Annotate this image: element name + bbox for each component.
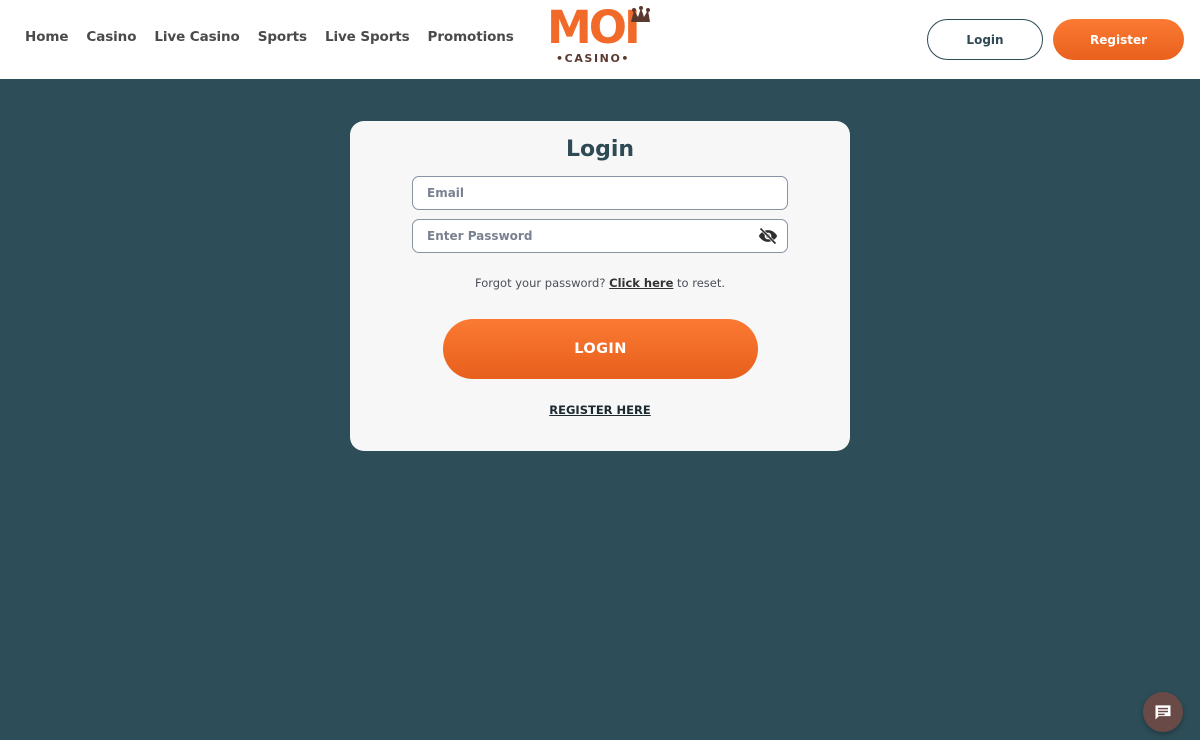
eye-slash-icon[interactable] <box>757 226 779 246</box>
chat-button[interactable] <box>1143 692 1183 732</box>
password-input[interactable] <box>427 229 773 243</box>
email-field[interactable] <box>412 176 788 210</box>
nav-home[interactable]: Home <box>25 29 69 45</box>
main-nav: Home Casino Live Casino Sports Live Spor… <box>25 29 514 45</box>
logo-casino-text: CASINO <box>564 52 622 65</box>
forgot-suffix: to reset. <box>677 276 726 290</box>
logo-dot-left: • <box>556 52 565 65</box>
nav-live-sports[interactable]: Live Sports <box>325 29 410 45</box>
reset-password-link[interactable]: Click here <box>609 276 673 290</box>
site-header: Home Casino Live Casino Sports Live Spor… <box>0 0 1200 79</box>
login-title: Login <box>565 137 635 162</box>
login-card: Login Forgot your password? Click here t… <box>350 121 850 451</box>
forgot-prefix: Forgot your password? <box>474 276 606 290</box>
nav-promotions[interactable]: Promotions <box>428 29 514 45</box>
password-field[interactable] <box>412 219 788 253</box>
nav-live-casino[interactable]: Live Casino <box>154 29 239 45</box>
chat-icon <box>1155 705 1171 720</box>
register-here-link[interactable]: REGISTER HERE <box>350 403 850 417</box>
main-content: Login Forgot your password? Click here t… <box>0 79 1200 740</box>
email-input[interactable] <box>427 186 773 200</box>
site-logo[interactable]: MOI •CASINO• <box>546 2 654 70</box>
nav-sports[interactable]: Sports <box>258 29 307 45</box>
login-submit-button[interactable]: LOGIN <box>443 319 758 379</box>
footer-strip <box>0 740 1200 750</box>
forgot-password-text: Forgot your password? Click here to rese… <box>350 276 850 290</box>
logo-dot-right: • <box>621 52 631 65</box>
header-login-button[interactable]: Login <box>927 19 1043 60</box>
logo-wordmark: MOI <box>547 1 641 54</box>
nav-casino[interactable]: Casino <box>86 29 136 45</box>
header-register-button[interactable]: Register <box>1053 19 1184 60</box>
logo-subtext: •CASINO• <box>556 52 630 65</box>
jester-hat-icon <box>631 6 650 22</box>
